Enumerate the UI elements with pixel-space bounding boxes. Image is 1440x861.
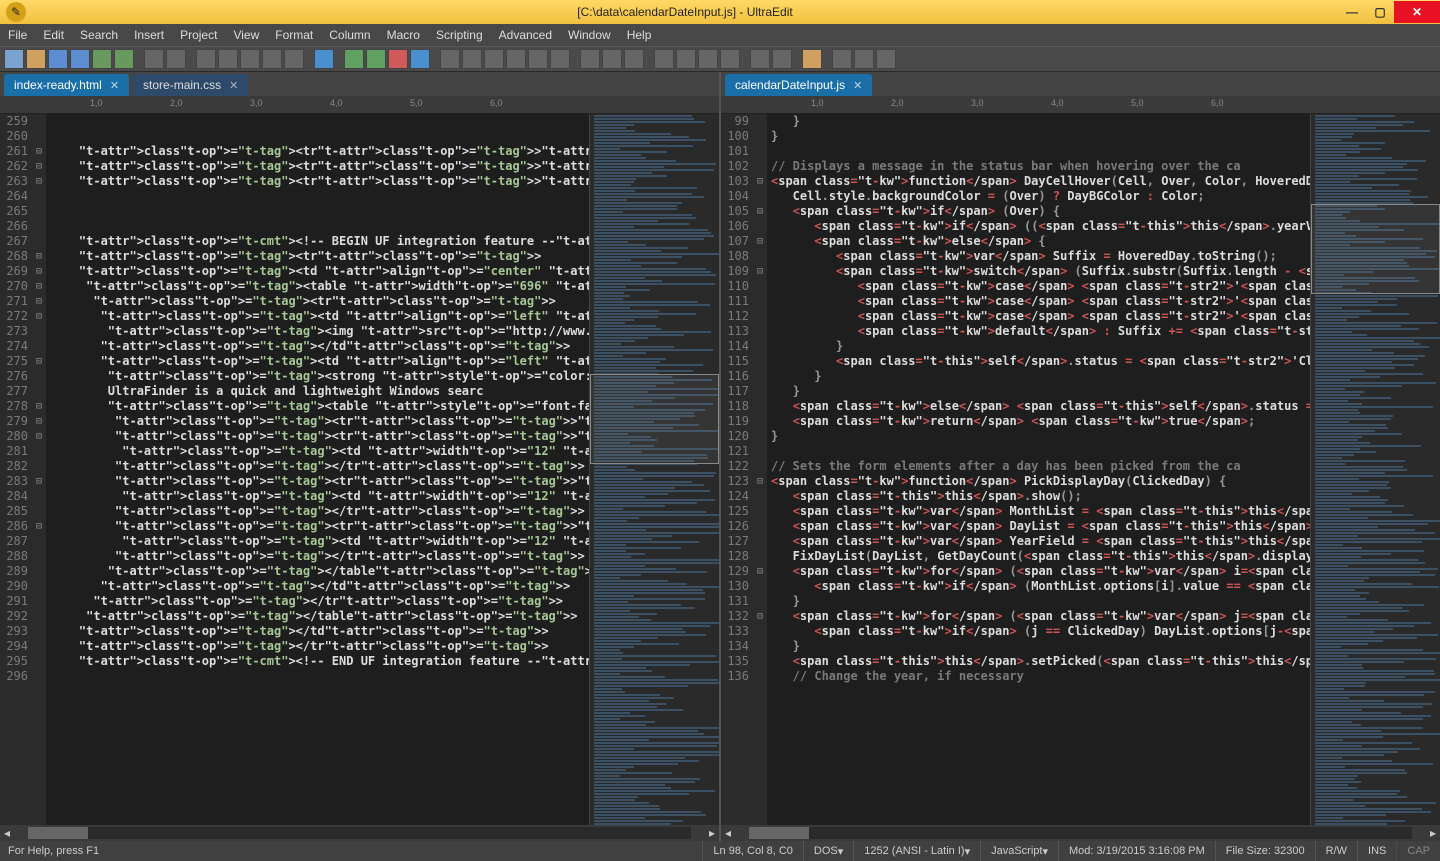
find-icon[interactable]: [484, 49, 504, 69]
left-gutter: 2592602612622632642652662672682692702712…: [0, 114, 32, 825]
arrow-left-icon[interactable]: [48, 49, 68, 69]
chevron-down-icon: ▾: [838, 845, 844, 858]
menu-edit[interactable]: Edit: [43, 28, 64, 42]
status-cap: CAP: [1396, 841, 1440, 861]
save-all-icon[interactable]: [114, 49, 134, 69]
app-icon: ✎: [6, 2, 26, 22]
status-lang[interactable]: JavaScript ▾: [980, 841, 1058, 861]
status-size: File Size: 32300: [1215, 841, 1315, 861]
workspace: index-ready.html✕ store-main.css✕ 1,02,0…: [0, 72, 1440, 841]
status-format[interactable]: DOS ▾: [803, 841, 853, 861]
right-gutter: 9910010110210310410510610710810911011111…: [721, 114, 753, 825]
window1-icon[interactable]: [580, 49, 600, 69]
toolbar: [0, 46, 1440, 72]
left-minimap[interactable]: [589, 114, 719, 825]
window-title: [C:\data\calendarDateInput.js] - UltraEd…: [32, 5, 1338, 19]
menu-help[interactable]: Help: [627, 28, 652, 42]
right-tabbar: calendarDateInput.js✕: [721, 72, 1440, 96]
status-pos: Ln 98, Col 8, C0: [702, 841, 803, 861]
close-button[interactable]: ✕: [1394, 1, 1440, 23]
left-ruler: 1,02,03,04,05,06,0: [0, 96, 719, 114]
bookmark-icon[interactable]: [550, 49, 570, 69]
menu-view[interactable]: View: [233, 28, 259, 42]
tile-v-icon[interactable]: [676, 49, 696, 69]
right-fold-gutter[interactable]: ⊟⊟⊟⊟⊟⊟⊟: [753, 114, 767, 825]
close-icon[interactable]: ✕: [110, 79, 119, 92]
menubar: File Edit Search Insert Project View For…: [0, 24, 1440, 46]
find-files-icon[interactable]: [528, 49, 548, 69]
tool2-icon[interactable]: [772, 49, 792, 69]
status-mod: Mod: 3/19/2015 3:16:08 PM: [1058, 841, 1215, 861]
macro-play-icon[interactable]: [832, 49, 852, 69]
menu-scripting[interactable]: Scripting: [436, 28, 483, 42]
status-help: For Help, press F1: [0, 845, 702, 857]
window3-icon[interactable]: [624, 49, 644, 69]
undo-icon[interactable]: [314, 49, 334, 69]
ftp-icon[interactable]: [802, 49, 822, 69]
cut-icon[interactable]: [196, 49, 216, 69]
macro-stop-icon[interactable]: [876, 49, 896, 69]
menu-advanced[interactable]: Advanced: [499, 28, 552, 42]
stop-icon[interactable]: [388, 49, 408, 69]
right-minimap[interactable]: [1310, 114, 1440, 825]
nav-fwd-icon[interactable]: [366, 49, 386, 69]
paste-block-icon[interactable]: [462, 49, 482, 69]
menu-window[interactable]: Window: [568, 28, 611, 42]
arrange-icon[interactable]: [720, 49, 740, 69]
close-icon[interactable]: ✕: [229, 79, 238, 92]
left-fold-gutter[interactable]: ⊟⊟⊟⊟⊟⊟⊟⊟⊟⊟⊟⊟⊟⊟: [32, 114, 46, 825]
copy-icon[interactable]: [218, 49, 238, 69]
tab-store-main[interactable]: store-main.css✕: [133, 74, 248, 96]
close-icon[interactable]: ✕: [853, 79, 862, 92]
tab-calendar-js[interactable]: calendarDateInput.js✕: [725, 74, 872, 96]
clip-icon[interactable]: [262, 49, 282, 69]
copy-block-icon[interactable]: [440, 49, 460, 69]
menu-insert[interactable]: Insert: [134, 28, 164, 42]
open-icon[interactable]: [26, 49, 46, 69]
clip2-icon[interactable]: [284, 49, 304, 69]
replace-icon[interactable]: [506, 49, 526, 69]
right-code[interactable]: }}// Displays a message in the status ba…: [767, 114, 1310, 825]
left-pane: index-ready.html✕ store-main.css✕ 1,02,0…: [0, 72, 721, 841]
titlebar: ✎ [C:\data\calendarDateInput.js] - Ultra…: [0, 0, 1440, 24]
window2-icon[interactable]: [602, 49, 622, 69]
left-tabbar: index-ready.html✕ store-main.css✕: [0, 72, 719, 96]
macro-rec-icon[interactable]: [854, 49, 874, 69]
right-hscroll[interactable]: ◂▸: [721, 825, 1440, 841]
menu-column[interactable]: Column: [329, 28, 370, 42]
cascade-icon[interactable]: [698, 49, 718, 69]
status-ins[interactable]: INS: [1357, 841, 1396, 861]
tile-h-icon[interactable]: [654, 49, 674, 69]
menu-project[interactable]: Project: [180, 28, 217, 42]
tab-index-ready[interactable]: index-ready.html✕: [4, 74, 129, 96]
minimap-viewport[interactable]: [590, 374, 719, 464]
minimap-viewport[interactable]: [1311, 204, 1440, 294]
maximize-button[interactable]: ▢: [1366, 1, 1394, 23]
menu-format[interactable]: Format: [275, 28, 313, 42]
menu-macro[interactable]: Macro: [387, 28, 420, 42]
print-icon[interactable]: [144, 49, 164, 69]
status-encoding[interactable]: 1252 (ANSI - Latin I) ▾: [853, 841, 980, 861]
left-code[interactable]: "t-attr">class"t-op">="t-tag"><tr"t-attr…: [46, 114, 589, 825]
status-rw[interactable]: R/W: [1315, 841, 1357, 861]
menu-file[interactable]: File: [8, 28, 27, 42]
refresh-icon[interactable]: [410, 49, 430, 69]
chevron-down-icon: ▾: [1042, 845, 1048, 858]
right-ruler: 1,02,03,04,05,06,0: [721, 96, 1440, 114]
right-pane: calendarDateInput.js✕ 1,02,03,04,05,06,0…: [721, 72, 1440, 841]
new-icon[interactable]: [4, 49, 24, 69]
tool1-icon[interactable]: [750, 49, 770, 69]
arrow-right-icon[interactable]: [70, 49, 90, 69]
paste-icon[interactable]: [240, 49, 260, 69]
preview-icon[interactable]: [166, 49, 186, 69]
save-icon[interactable]: [92, 49, 112, 69]
left-hscroll[interactable]: ◂▸: [0, 825, 719, 841]
minimize-button[interactable]: —: [1338, 1, 1366, 23]
chevron-down-icon: ▾: [965, 845, 971, 858]
menu-search[interactable]: Search: [80, 28, 118, 42]
statusbar: For Help, press F1 Ln 98, Col 8, C0 DOS …: [0, 841, 1440, 861]
nav-back-icon[interactable]: [344, 49, 364, 69]
